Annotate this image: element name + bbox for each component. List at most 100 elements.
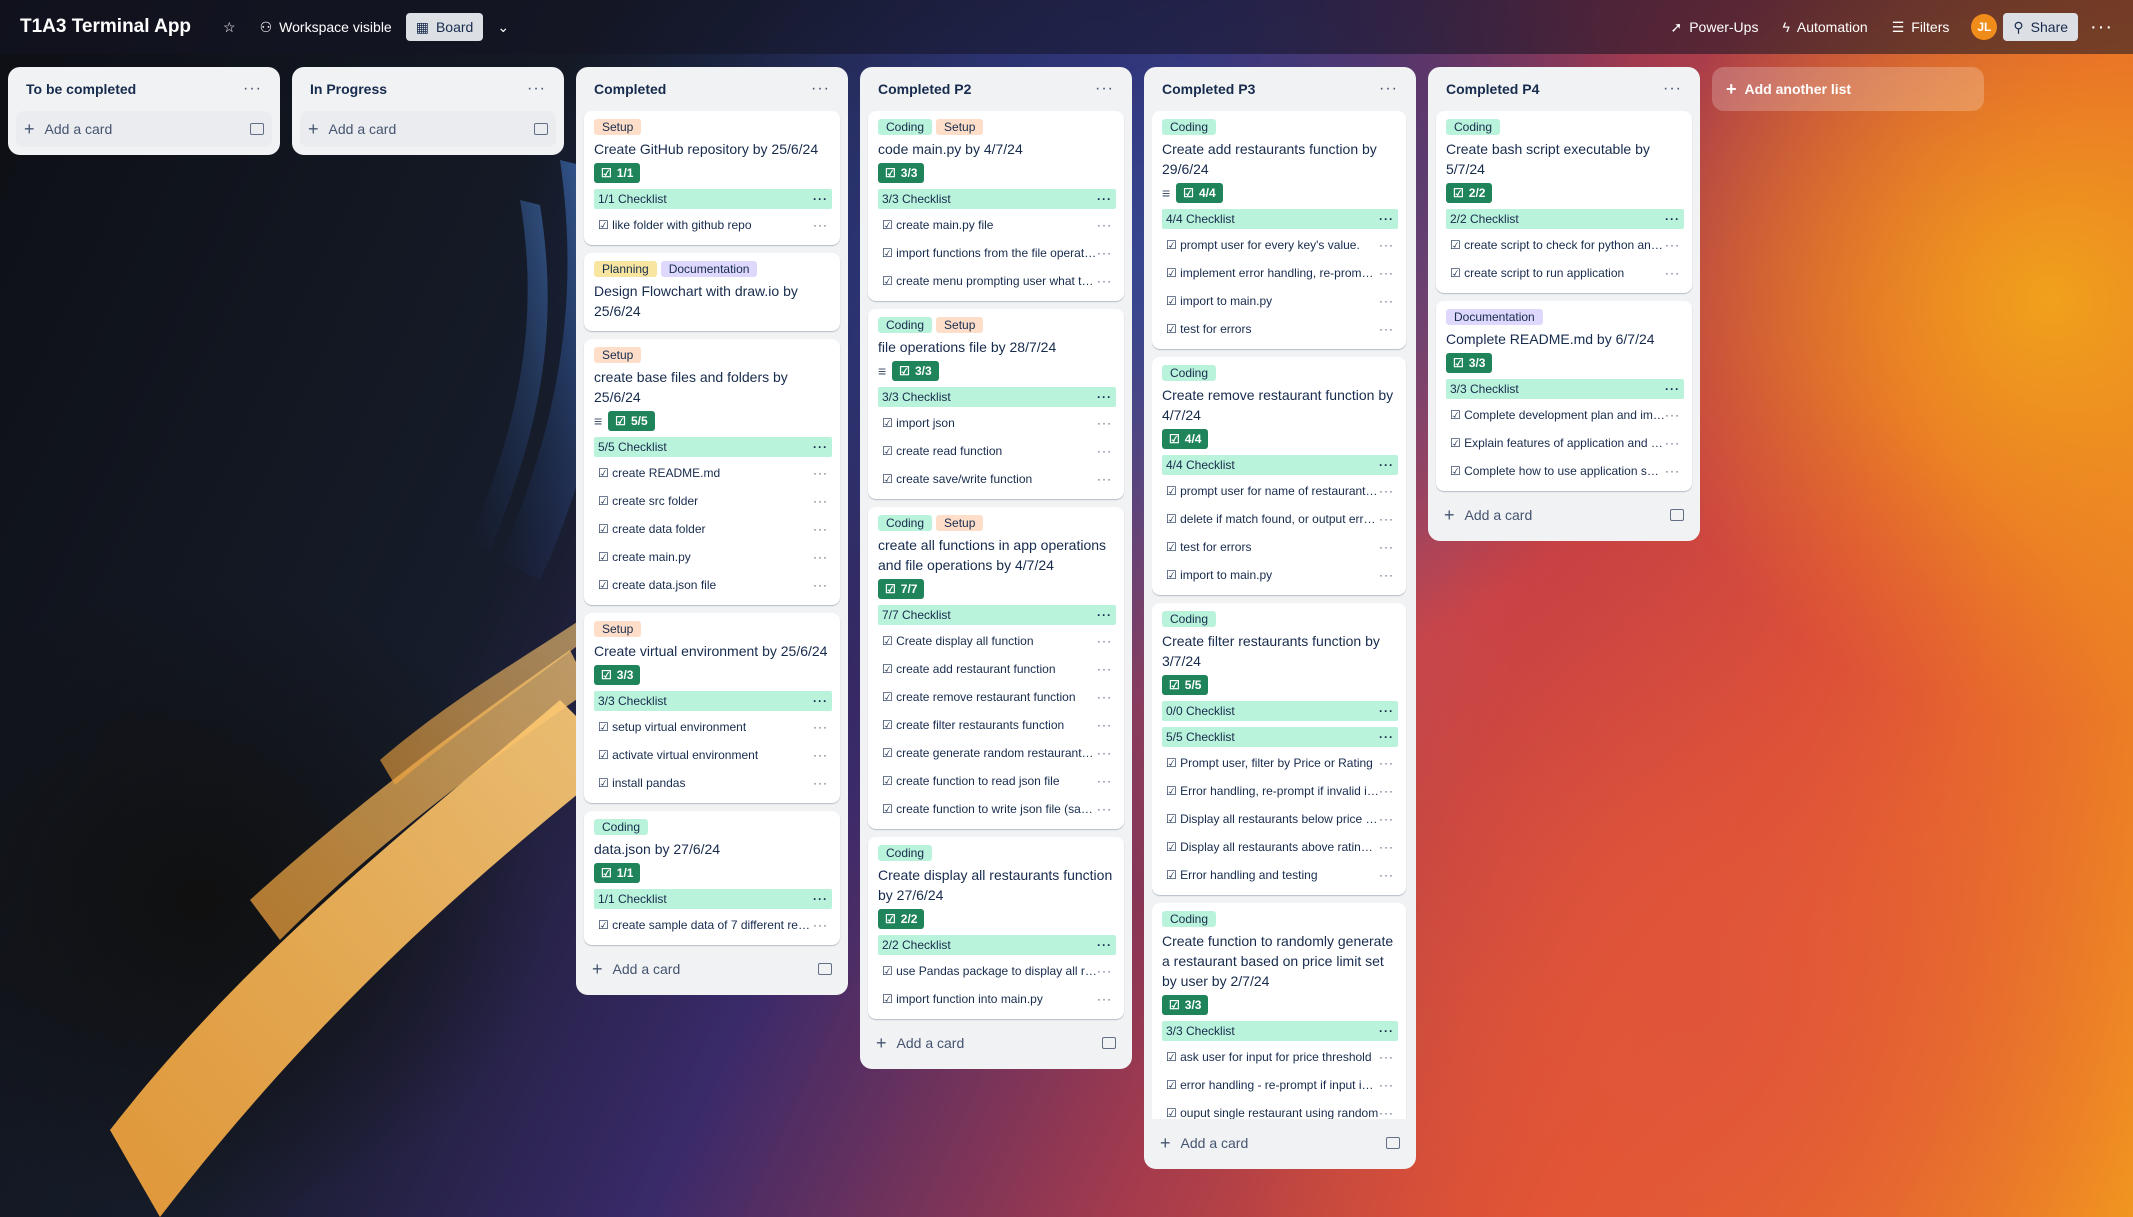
checklist-header[interactable]: 7/7 Checklist ··· bbox=[878, 605, 1116, 625]
more-icon[interactable]: ··· bbox=[1665, 266, 1680, 280]
more-icon[interactable]: ··· bbox=[1097, 390, 1112, 404]
label[interactable]: Documentation bbox=[660, 261, 758, 277]
card[interactable]: Coding Setup create all functions in app o… bbox=[868, 507, 1124, 829]
checklist-item[interactable]: ☑ setup virtual environment ··· bbox=[594, 713, 832, 741]
checklist-item[interactable]: ☑ create src folder ··· bbox=[594, 487, 832, 515]
more-icon[interactable]: ··· bbox=[1097, 218, 1112, 232]
list-title[interactable]: Completed bbox=[594, 81, 666, 97]
list-title[interactable]: Completed P4 bbox=[1446, 81, 1539, 97]
more-icon[interactable]: ··· bbox=[813, 694, 828, 708]
checklist-item[interactable]: ☑ create save/write function ··· bbox=[878, 465, 1116, 493]
checklist-header[interactable]: 2/2 Checklist ··· bbox=[1446, 209, 1684, 229]
more-icon[interactable]: ··· bbox=[1665, 382, 1680, 396]
more-icon[interactable]: ··· bbox=[1379, 322, 1394, 336]
more-icon[interactable]: ··· bbox=[1379, 458, 1394, 472]
list-title[interactable]: Completed P2 bbox=[878, 81, 971, 97]
more-icon[interactable]: ··· bbox=[1379, 568, 1394, 582]
more-icon[interactable]: ··· bbox=[1379, 756, 1394, 770]
label[interactable]: Coding bbox=[878, 119, 933, 135]
label[interactable]: Coding bbox=[1162, 911, 1217, 927]
card-template-icon[interactable] bbox=[1386, 1137, 1400, 1149]
more-icon[interactable]: ··· bbox=[1097, 634, 1112, 648]
more-icon[interactable]: ··· bbox=[1379, 1050, 1394, 1064]
board-title[interactable]: T1A3 Terminal App bbox=[20, 16, 191, 38]
more-icon[interactable]: ··· bbox=[1665, 436, 1680, 450]
checklist-item[interactable]: ☑ create data folder ··· bbox=[594, 515, 832, 543]
more-icon[interactable]: ··· bbox=[1379, 730, 1394, 744]
more-icon[interactable]: ··· bbox=[1097, 662, 1112, 676]
more-icon[interactable]: ··· bbox=[1089, 80, 1120, 98]
more-icon[interactable]: ··· bbox=[1379, 812, 1394, 826]
automation-button[interactable]: ϟ Automation bbox=[1772, 13, 1877, 41]
checklist-item[interactable]: ☑ test for errors ··· bbox=[1162, 315, 1398, 343]
card[interactable]: Planning Documentation Design Flowchart wi… bbox=[584, 253, 840, 331]
checklist-item[interactable]: ☑ create function to read json file ··· bbox=[878, 767, 1116, 795]
label[interactable]: Coding bbox=[1162, 611, 1217, 627]
label[interactable]: Setup bbox=[936, 317, 984, 333]
more-icon[interactable]: ··· bbox=[1379, 868, 1394, 882]
more-icon[interactable]: ··· bbox=[1379, 1078, 1394, 1092]
checklist-item[interactable]: ☑ create add restaurant function ··· bbox=[878, 655, 1116, 683]
more-icon[interactable]: ··· bbox=[1097, 416, 1112, 430]
more-icon[interactable]: ··· bbox=[813, 440, 828, 454]
more-icon[interactable]: ··· bbox=[1097, 992, 1112, 1006]
checklist-item[interactable]: ☑ Prompt user, filter by Price or Rating… bbox=[1162, 749, 1398, 777]
checklist-item[interactable]: ☑ import function into main.py ··· bbox=[878, 985, 1116, 1013]
label[interactable]: Documentation bbox=[1446, 309, 1543, 325]
more-icon[interactable]: ··· bbox=[813, 720, 828, 734]
checklist-header[interactable]: 2/2 Checklist ··· bbox=[878, 935, 1116, 955]
checklist-item[interactable]: ☑ like folder with github repo ··· bbox=[594, 211, 832, 239]
add-card-button[interactable]: + Add a card bbox=[1160, 1134, 1248, 1152]
label[interactable]: Coding bbox=[1162, 365, 1217, 381]
add-card-button[interactable]: + Add a card bbox=[592, 960, 680, 978]
more-icon[interactable]: ··· bbox=[521, 80, 552, 98]
checklist-item[interactable]: ☑ Create display all function ··· bbox=[878, 627, 1116, 655]
share-button[interactable]: ⚲ Share bbox=[2003, 13, 2079, 41]
more-icon[interactable]: ··· bbox=[1097, 444, 1112, 458]
card-template-icon[interactable] bbox=[1102, 1037, 1116, 1049]
more-icon[interactable]: ··· bbox=[813, 918, 828, 932]
checklist-item[interactable]: ☑ Complete development plan and implemen… bbox=[1446, 401, 1684, 429]
checklist-item[interactable]: ☑ import json ··· bbox=[878, 409, 1116, 437]
label[interactable]: Planning bbox=[594, 261, 657, 277]
more-icon[interactable]: ··· bbox=[1379, 512, 1394, 526]
checklist-item[interactable]: ☑ ask user for input for price threshold… bbox=[1162, 1043, 1398, 1071]
list-title[interactable]: To be completed bbox=[26, 81, 136, 97]
more-icon[interactable]: ··· bbox=[813, 218, 828, 232]
card[interactable]: Setup create base files and folders by 25… bbox=[584, 339, 840, 605]
label[interactable]: Setup bbox=[594, 621, 642, 637]
checklist-item[interactable]: ☑ import functions from the file operati… bbox=[878, 239, 1116, 267]
card[interactable]: Coding Create bash script executable by 5… bbox=[1436, 111, 1692, 293]
checklist-header[interactable]: 1/1 Checklist ··· bbox=[594, 889, 832, 909]
checklist-item[interactable]: ☑ Error handling, re-prompt if invalid i… bbox=[1162, 777, 1398, 805]
checklist-header[interactable]: 5/5 Checklist ··· bbox=[1162, 727, 1398, 747]
checklist-item[interactable]: ☑ create menu prompting user what they w… bbox=[878, 267, 1116, 295]
checklist-header[interactable]: 4/4 Checklist ··· bbox=[1162, 209, 1398, 229]
checklist-item[interactable]: ☑ import to main.py ··· bbox=[1162, 561, 1398, 589]
more-icon[interactable]: ··· bbox=[1379, 266, 1394, 280]
more-icon[interactable]: ··· bbox=[1657, 80, 1688, 98]
checklist-item[interactable]: ☑ error handling - re-prompt if input is… bbox=[1162, 1071, 1398, 1099]
checklist-item[interactable]: ☑ Complete how to use application sectio… bbox=[1446, 457, 1684, 485]
checklist-item[interactable]: ☑ create sample data of 7 different rest… bbox=[594, 911, 832, 939]
checklist-item[interactable]: ☑ install pandas ··· bbox=[594, 769, 832, 797]
more-icon[interactable]: ··· bbox=[1379, 212, 1394, 226]
checklist-item[interactable]: ☑ Explain features of application and re… bbox=[1446, 429, 1684, 457]
power-ups-button[interactable]: ➚ Power-Ups bbox=[1660, 13, 1768, 41]
more-icon[interactable]: ··· bbox=[1379, 784, 1394, 798]
checklist-header[interactable]: 3/3 Checklist ··· bbox=[1446, 379, 1684, 399]
label[interactable]: Coding bbox=[1446, 119, 1501, 135]
label[interactable]: Setup bbox=[936, 119, 984, 135]
checklist-item[interactable]: ☑ create data.json file ··· bbox=[594, 571, 832, 599]
more-icon[interactable]: ··· bbox=[237, 80, 268, 98]
card-template-icon[interactable] bbox=[250, 123, 264, 135]
checklist-item[interactable]: ☑ create script to run application ··· bbox=[1446, 259, 1684, 287]
checklist-item[interactable]: ☑ create main.py file ··· bbox=[878, 211, 1116, 239]
add-card-button[interactable]: + Add a card bbox=[1444, 506, 1532, 524]
visibility-button[interactable]: ⚇ Workspace visible bbox=[250, 13, 402, 41]
list-title[interactable]: In Progress bbox=[310, 81, 387, 97]
more-icon[interactable]: ··· bbox=[1373, 80, 1404, 98]
checklist-item[interactable]: ☑ create README.md ··· bbox=[594, 459, 832, 487]
more-icon[interactable]: ··· bbox=[1379, 484, 1394, 498]
card-template-icon[interactable] bbox=[818, 963, 832, 975]
